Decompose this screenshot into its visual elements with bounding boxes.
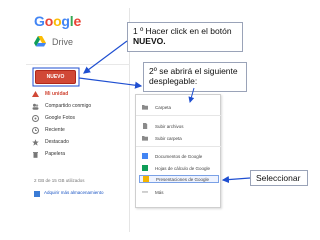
sidebar-item-recent[interactable]: Reciente (32, 125, 65, 135)
menu-item-more[interactable]: Más (142, 188, 218, 196)
sidebar-item-label: Google Fotos (45, 115, 76, 121)
storage-usage: 2 GB de 15 GB utilizados (34, 178, 85, 183)
sidebar-item-label: Mi unidad (45, 91, 69, 97)
folder-icon (142, 104, 148, 110)
sidebar-item-my-drive[interactable]: Mi unidad (32, 89, 68, 99)
my-drive-icon (32, 90, 39, 98)
buy-storage-label: Adquirir más almacenamiento (44, 190, 104, 195)
callout-select: Seleccionar (250, 170, 308, 186)
menu-item-label: Subir archivos (155, 123, 184, 129)
sidebar-item-trash[interactable]: Papelera (32, 149, 65, 159)
menu-item-upload-files[interactable]: Subir archivos (142, 122, 218, 130)
menu-item-label: Presentaciones de Google (156, 176, 210, 182)
callout-step-1: 1 º Hacer click en el botón NUEVO. (127, 22, 243, 52)
sidebar-item-starred[interactable]: Destacado (32, 137, 69, 147)
clock-icon (32, 126, 39, 134)
sidebar-item-shared[interactable]: Compartido conmigo (32, 101, 91, 111)
drive-header: Drive (34, 36, 73, 47)
file-upload-icon (142, 123, 148, 129)
sheets-icon (142, 165, 148, 171)
arrow-select (221, 175, 251, 184)
menu-item-upload-folder[interactable]: Subir carpeta (142, 134, 218, 142)
sidebar-item-photos[interactable]: Google Fotos (32, 113, 75, 123)
sidebar-item-label: Destacado (45, 139, 69, 145)
folder-upload-icon (142, 135, 148, 141)
google-logo: Google (34, 13, 82, 29)
slides-icon (143, 176, 149, 182)
menu-item-label: Más (155, 189, 164, 195)
menu-item-label: Hojas de cálculo de Google (155, 165, 211, 171)
more-icon (142, 189, 148, 195)
callout-step-2: 2º se abrirá el siguiente desplegable: (143, 62, 247, 92)
menu-divider (136, 146, 222, 147)
star-icon (32, 138, 39, 146)
menu-item-label: Documentos de Google (155, 153, 203, 159)
sidebar-item-label: Papelera (45, 151, 66, 157)
trash-icon (32, 151, 39, 158)
new-dropdown-menu: Carpeta Subir archivos Subir carpeta Doc… (135, 94, 222, 208)
callout-step-1-text: 1 º Hacer click en el botón (133, 26, 232, 36)
menu-item-slides[interactable]: Presentaciones de Google (139, 175, 219, 183)
divider (26, 64, 130, 65)
photos-icon (32, 114, 39, 122)
menu-item-label: Carpeta (155, 104, 172, 110)
sidebar-item-label: Reciente (45, 127, 65, 133)
docs-icon (142, 153, 148, 159)
menu-item-docs[interactable]: Documentos de Google (142, 152, 218, 160)
menu-item-label: Subir carpeta (155, 135, 182, 141)
shared-icon (32, 103, 39, 110)
menu-item-sheets[interactable]: Hojas de cálculo de Google (142, 164, 218, 172)
new-button[interactable]: NUEVO (35, 70, 76, 84)
drive-sidebar: Google Drive NUEVO Mi unidad Compartido … (26, 8, 130, 232)
buy-storage-link[interactable]: Adquirir más almacenamiento (34, 190, 114, 197)
storage-icon (34, 191, 40, 197)
drive-title: Drive (52, 36, 74, 47)
drive-logo-icon (34, 36, 46, 47)
sidebar-item-label: Compartido conmigo (45, 103, 92, 109)
callout-step-1-bold: NUEVO. (133, 36, 166, 46)
menu-item-folder[interactable]: Carpeta (142, 103, 218, 111)
menu-divider (136, 115, 222, 116)
